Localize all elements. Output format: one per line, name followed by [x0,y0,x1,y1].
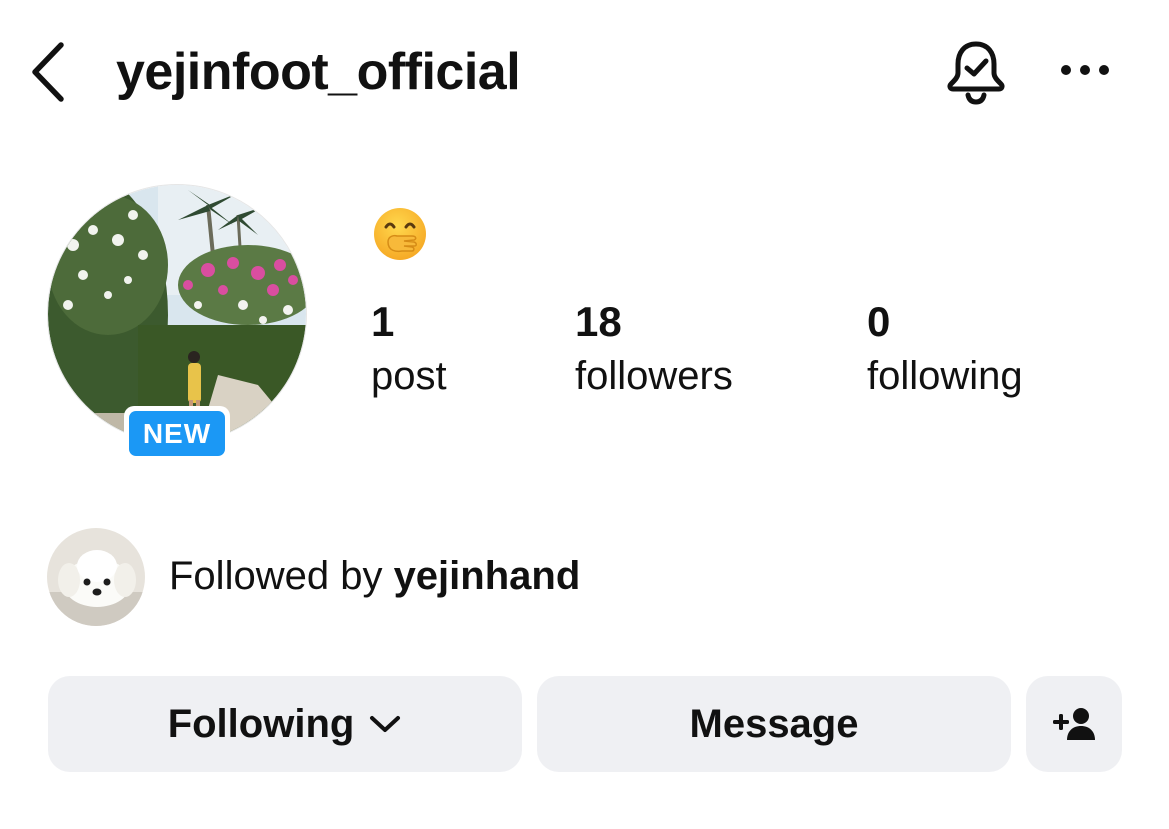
followed-by-text[interactable]: Followed by yejinhand [169,551,580,601]
chevron-left-icon [32,42,64,102]
message-button[interactable]: Message [537,676,1011,772]
person-add-icon [1053,708,1095,740]
following-button-label: Following [167,701,355,746]
followed-by-prefix: Followed by [169,554,394,598]
more-horizontal-icon [1061,65,1109,75]
mutual-follower-avatar[interactable] [47,528,145,626]
stat-followers-label: followers [575,354,733,398]
new-badge: NEW [124,406,230,461]
stat-posts-count: 1 [371,298,395,345]
following-button[interactable]: Following [48,676,522,772]
back-button[interactable] [22,40,72,104]
face-with-hand-over-mouth-icon [374,208,426,260]
bio-emoji [372,206,428,262]
profile-avatar[interactable] [47,184,307,444]
stat-following[interactable]: 0 following [867,298,1023,400]
followed-by-user[interactable]: yejinhand [394,554,581,598]
stat-following-label: following [867,354,1023,398]
chevron-down-icon [370,716,401,732]
profile-username: yejinfoot_official [116,43,521,101]
suggest-users-button[interactable] [1026,676,1122,772]
new-badge-label: NEW [129,411,225,456]
stat-following-count: 0 [867,298,891,345]
message-button-label: Message [689,701,859,746]
stat-followers[interactable]: 18 followers [575,298,733,400]
stat-posts-label: post [371,354,447,398]
bell-check-icon [947,41,1005,105]
stat-posts[interactable]: 1 post [371,298,447,400]
profile-photo [47,184,307,444]
more-options-button[interactable] [1052,44,1118,96]
stat-followers-count: 18 [575,298,622,345]
notifications-button[interactable] [940,36,1012,108]
